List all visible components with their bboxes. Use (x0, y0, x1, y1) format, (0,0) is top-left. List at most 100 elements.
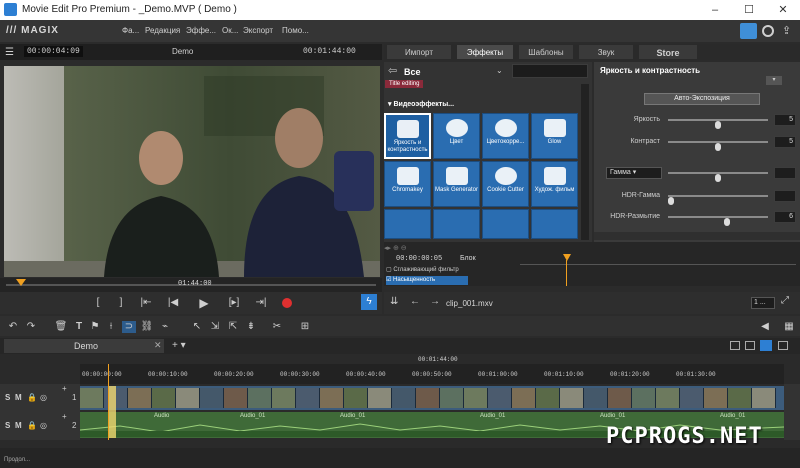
forward-icon[interactable]: → (430, 296, 440, 307)
split-icon[interactable]: ⟊ (104, 321, 118, 333)
effect-tile-color[interactable]: Цвет (433, 113, 480, 159)
unlink-icon[interactable]: ⌁ (158, 321, 172, 333)
effect-tile-art-film[interactable]: Худож. фильм (531, 161, 578, 207)
effects-category[interactable]: Все (404, 67, 421, 77)
track2-add-icon[interactable]: + (62, 412, 67, 421)
gamma-knob[interactable] (715, 174, 721, 182)
track1-add-icon[interactable]: + (62, 384, 67, 393)
multi-pointer-icon[interactable]: ⇲ (208, 321, 222, 333)
title-editing-badge[interactable]: Title editing (385, 80, 424, 88)
view-multicam-icon[interactable] (778, 341, 788, 350)
track2-eye-icon[interactable]: ◎ (40, 421, 47, 430)
close-button[interactable]: ✕ (766, 0, 800, 20)
upload-icon[interactable]: ⇪ (782, 24, 791, 37)
edit-menu-icon[interactable]: ▦ (782, 321, 796, 333)
insert-icon[interactable]: ⊞ (298, 321, 312, 333)
effect-tile-row3-1[interactable] (384, 209, 431, 239)
properties-scrollbar[interactable] (594, 232, 800, 240)
tab-sound[interactable]: Звук (578, 44, 634, 60)
redo-icon[interactable]: ↷ (24, 321, 38, 333)
effect-tile-row3-2[interactable] (433, 209, 480, 239)
gamma-value[interactable] (774, 167, 796, 179)
view-scene-icon[interactable] (745, 341, 755, 350)
fit-icon[interactable]: ⤢ (781, 295, 789, 306)
brightness-slider[interactable] (668, 119, 768, 129)
minimize-button[interactable]: – (698, 0, 732, 20)
tab-effects[interactable]: Эффекты (456, 44, 514, 60)
track1-solo-button[interactable]: S (5, 393, 10, 402)
go-end-button[interactable]: ⇥| (253, 296, 269, 310)
next-frame-button[interactable]: [▸] (226, 296, 242, 310)
go-start-button[interactable]: |⇤ (138, 296, 154, 310)
trim-icon[interactable]: ⇟ (244, 321, 258, 333)
record-button[interactable] (282, 298, 292, 308)
magnet-icon[interactable]: ⊃ (122, 321, 136, 333)
track2-solo-button[interactable]: S (5, 421, 10, 430)
volume-icon[interactable]: ◀ (758, 321, 772, 333)
add-tab-icon[interactable]: + ▾ (172, 340, 186, 351)
hdr-gamma-slider[interactable] (668, 195, 768, 205)
range-pointer-icon[interactable]: ⇱ (226, 321, 240, 333)
mini-playhead[interactable] (563, 254, 571, 261)
video-preview[interactable] (4, 66, 380, 277)
gamma-slider[interactable] (668, 172, 768, 182)
auto-exposure-button[interactable]: Авто-Экспозиция (644, 93, 760, 105)
menu-window[interactable]: Ок... (222, 26, 238, 35)
marker-icon[interactable]: ⚑ (88, 321, 102, 333)
track2-mute-button[interactable]: M (15, 421, 22, 430)
menu-edit[interactable]: Редакция (145, 26, 180, 35)
prev-frame-button[interactable]: |◀ (165, 296, 181, 310)
timeline-vscroll[interactable] (784, 384, 800, 440)
effect-tile-glow[interactable]: Glow (531, 113, 578, 159)
hdr-gamma-knob[interactable] (668, 197, 674, 205)
record-disc-icon[interactable] (762, 25, 774, 37)
mark-out-button[interactable]: ] (113, 296, 129, 310)
effect-tile-chromakey[interactable]: Chromakey (384, 161, 431, 207)
video-track[interactable] (80, 386, 784, 410)
cut-icon[interactable]: ✂ (270, 321, 284, 333)
text-icon[interactable]: T (72, 321, 86, 333)
collapse-icon[interactable]: ⇊ (390, 296, 398, 307)
lightning-icon[interactable]: ϟ (361, 294, 377, 310)
zoom-value[interactable]: 1 ... (751, 297, 775, 309)
play-button[interactable]: ▶ (196, 296, 212, 310)
brightness-value[interactable]: 5 (774, 114, 796, 126)
effects-scrollbar[interactable] (581, 84, 589, 240)
track1-lock-icon[interactable]: 🔒 (27, 393, 37, 402)
effect-tile-cookie-cutter[interactable]: Cookie Cutter (482, 161, 529, 207)
hamburger-icon[interactable]: ☰ (5, 47, 14, 58)
effect-tile-brightness[interactable]: Яркость и контрастность (384, 113, 431, 159)
menu-export[interactable]: Экспорт (243, 26, 273, 35)
effect-tile-mask-generator[interactable]: Mask Generator (433, 161, 480, 207)
track1-eye-icon[interactable]: ◎ (40, 393, 47, 402)
tab-templates[interactable]: Шаблоны (518, 44, 574, 60)
timeline-playhead[interactable] (108, 364, 109, 440)
user-icon[interactable] (740, 23, 757, 39)
back-icon[interactable]: ← (410, 296, 420, 307)
contrast-knob[interactable] (715, 143, 721, 151)
scrub-playhead[interactable] (16, 279, 26, 286)
preset-dropdown[interactable]: ▾ (766, 76, 782, 85)
contrast-slider[interactable] (668, 141, 768, 151)
track2-lock-icon[interactable]: 🔒 (27, 421, 37, 430)
back-arrow-icon[interactable]: ⇦ (388, 64, 397, 77)
scrub-bar[interactable]: 01:44:00 (0, 278, 382, 292)
player-timecode-left[interactable]: 00:00:04:09 (24, 46, 83, 57)
mini-track-saturation[interactable]: ☑ Насыщенность (386, 276, 468, 285)
hdr-blur-value[interactable]: 6 (774, 211, 796, 223)
effect-tile-row3-3[interactable] (482, 209, 529, 239)
pointer-icon[interactable]: ↖ (190, 321, 204, 333)
project-tab[interactable]: Demo ✕ (4, 339, 164, 353)
delete-icon[interactable]: 🗑 (54, 321, 68, 333)
category-dropdown-icon[interactable]: ⌄ (496, 66, 503, 75)
contrast-value[interactable]: 5 (774, 136, 796, 148)
view-timeline-icon[interactable] (760, 340, 772, 351)
mark-in-button[interactable]: [ (90, 296, 106, 310)
effect-tile-row3-4[interactable] (531, 209, 578, 239)
selected-clip-marker[interactable] (108, 386, 116, 438)
link-icon[interactable]: ⛓ (140, 321, 154, 333)
menu-help[interactable]: Помо... (282, 26, 309, 35)
undo-icon[interactable]: ↶ (6, 321, 20, 333)
tab-store[interactable]: Store (638, 44, 698, 60)
view-storyboard-icon[interactable] (730, 341, 740, 350)
